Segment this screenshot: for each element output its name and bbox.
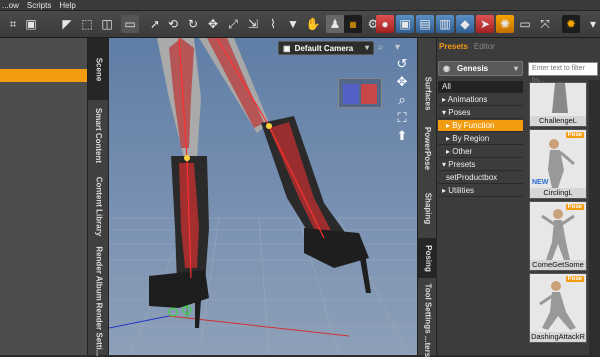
render-icon[interactable]: ●	[376, 15, 394, 33]
cube-add-icon[interactable]: ⬚	[78, 15, 96, 33]
lamp-icon[interactable]: ✹	[562, 15, 580, 33]
chevron-down-icon: ▾	[364, 43, 369, 52]
group-icon[interactable]: ⌗	[4, 15, 22, 33]
translate-tool-icon[interactable]: ✥	[204, 15, 222, 33]
search-icon[interactable]: ⌕	[378, 42, 390, 54]
figure-icon: ◉	[443, 64, 450, 73]
tab-posing[interactable]: Posing	[418, 238, 438, 278]
viewport-menu-icon[interactable]: ▾	[395, 42, 407, 54]
tab-presets[interactable]: Presets	[439, 42, 468, 54]
surface-icon[interactable]: ▥	[436, 15, 454, 33]
tab-scene[interactable]: Scene	[88, 38, 110, 100]
viewport-settings-icon[interactable]: ▤	[416, 15, 434, 33]
tab-surfaces[interactable]: Surfaces	[418, 68, 438, 118]
category-utilities[interactable]: ▸ Utilities	[438, 185, 523, 197]
view-cube[interactable]	[338, 78, 382, 108]
pose-thumbnail[interactable]: Pose ComeGetSome	[529, 201, 587, 271]
universal-tool-icon[interactable]: ➚	[146, 15, 164, 33]
category-presets[interactable]: ▾ Presets	[438, 159, 523, 171]
cube-edit-icon[interactable]: ◫	[98, 15, 116, 33]
frame-icon[interactable]: ⛶	[393, 110, 411, 126]
lamp-arrow-icon[interactable]: ▾	[584, 15, 600, 33]
arrow-pointer-icon[interactable]: ◤	[58, 15, 76, 33]
cone-icon[interactable]: ▼	[284, 15, 302, 33]
menu-window[interactable]: ...ow	[2, 1, 19, 10]
up-arrow-icon[interactable]: ⬆	[393, 128, 411, 144]
rotate-tool-icon[interactable]: ↻	[184, 15, 202, 33]
cube-icon[interactable]: ▣	[22, 15, 40, 33]
pose-thumbnail[interactable]: ChallengeL	[529, 82, 587, 127]
panel-icon[interactable]: ▭	[121, 15, 139, 33]
bone-tool-icon[interactable]: ✺	[496, 15, 514, 33]
menu-bar: ...ow Scripts Help	[0, 0, 600, 11]
pose-thumbnail[interactable]: NEW Pose CirclingL	[529, 129, 587, 199]
tab-editor[interactable]: Editor	[474, 42, 495, 54]
tab-content-library[interactable]: Content Library	[88, 170, 110, 242]
chevron-down-icon: ▾	[513, 64, 518, 73]
arrow-right-icon[interactable]: ➤	[476, 15, 494, 33]
cube-face-red	[361, 84, 377, 104]
filter-input[interactable]: Enter text to filter by...	[528, 62, 598, 84]
category-by-region[interactable]: ▸ By Region	[438, 133, 523, 145]
menu-help[interactable]: Help	[59, 1, 75, 10]
scale-tool-icon[interactable]: ⤢	[224, 15, 242, 33]
render-settings-icon[interactable]: ▣	[396, 15, 414, 33]
posing-subtabs: Presets Editor	[437, 42, 527, 54]
figure-selector[interactable]: ◉ Genesis ▾	[438, 61, 523, 76]
tab-render-album[interactable]: Render Album	[88, 242, 110, 304]
category-other[interactable]: ▸ Other	[438, 146, 523, 158]
tab-powerpose[interactable]: PowerPose	[418, 118, 438, 178]
figure-icon[interactable]: ♟	[326, 15, 344, 33]
left-pane-tabs: Scene Smart Content Content Library Rend…	[87, 38, 110, 357]
expand-icon[interactable]: ⤧	[536, 15, 554, 33]
svg-text:NEW: NEW	[532, 179, 549, 186]
camera-label: Default Camera	[294, 43, 354, 53]
right-pane-tabs: Surfaces PowerPose Shaping Posing Tool S…	[417, 38, 438, 357]
scene-panel	[0, 38, 87, 355]
cube-face-blue	[343, 84, 359, 104]
scene-selected-item[interactable]	[0, 69, 87, 82]
tab-parameters[interactable]: ...ters	[418, 336, 438, 357]
camera-icon[interactable]: ▭	[516, 15, 534, 33]
orbit-icon[interactable]: ↺	[393, 56, 411, 72]
menu-scripts[interactable]: Scripts	[27, 1, 51, 10]
tag-icon[interactable]: ◆	[456, 15, 474, 33]
category-setproductbox[interactable]: setProductbox	[438, 172, 523, 184]
pan-icon[interactable]: ✥	[393, 74, 411, 90]
geometry-tool-icon[interactable]: ⇲	[244, 15, 262, 33]
tab-smart-content[interactable]: Smart Content	[88, 100, 110, 170]
main-toolbar: ⌗ ▣ ◤ ⬚ ◫ ▭ ➚ ⟲ ↻ ✥ ⤢ ⇲ ⌇ ▼ ✋ ♟ ▦ ⚙ ● ▣ …	[0, 11, 600, 38]
camera-icon: ▣	[283, 43, 291, 53]
category-poses[interactable]: ▾ Poses	[438, 107, 523, 119]
node-weight-tool-icon[interactable]: ⟲	[164, 15, 182, 33]
lasso-tool-icon[interactable]: ⌇	[264, 15, 282, 33]
hand-tool-icon[interactable]: ✋	[304, 15, 322, 33]
zoom-icon[interactable]: ⌕	[393, 92, 411, 108]
tab-shaping[interactable]: Shaping	[418, 178, 438, 238]
category-all[interactable]: All	[438, 81, 523, 93]
category-animations[interactable]: ▸ Animations	[438, 94, 523, 106]
viewport-nav-tools: ↺ ✥ ⌕ ⛶ ⬆	[393, 56, 411, 146]
camera-selector[interactable]: ▣ Default Camera ▾	[278, 41, 374, 55]
category-by-function[interactable]: ▸ By Function	[438, 120, 523, 132]
tab-tool-settings[interactable]: Tool Settings	[418, 278, 438, 338]
render-grid-icon[interactable]: ▦	[344, 15, 362, 33]
pose-thumbnail[interactable]: Pose DashingAttackR	[529, 273, 587, 343]
thumbnail-scrollbar[interactable]	[589, 80, 600, 355]
tab-render-settings[interactable]: Render Setti...	[88, 303, 110, 357]
